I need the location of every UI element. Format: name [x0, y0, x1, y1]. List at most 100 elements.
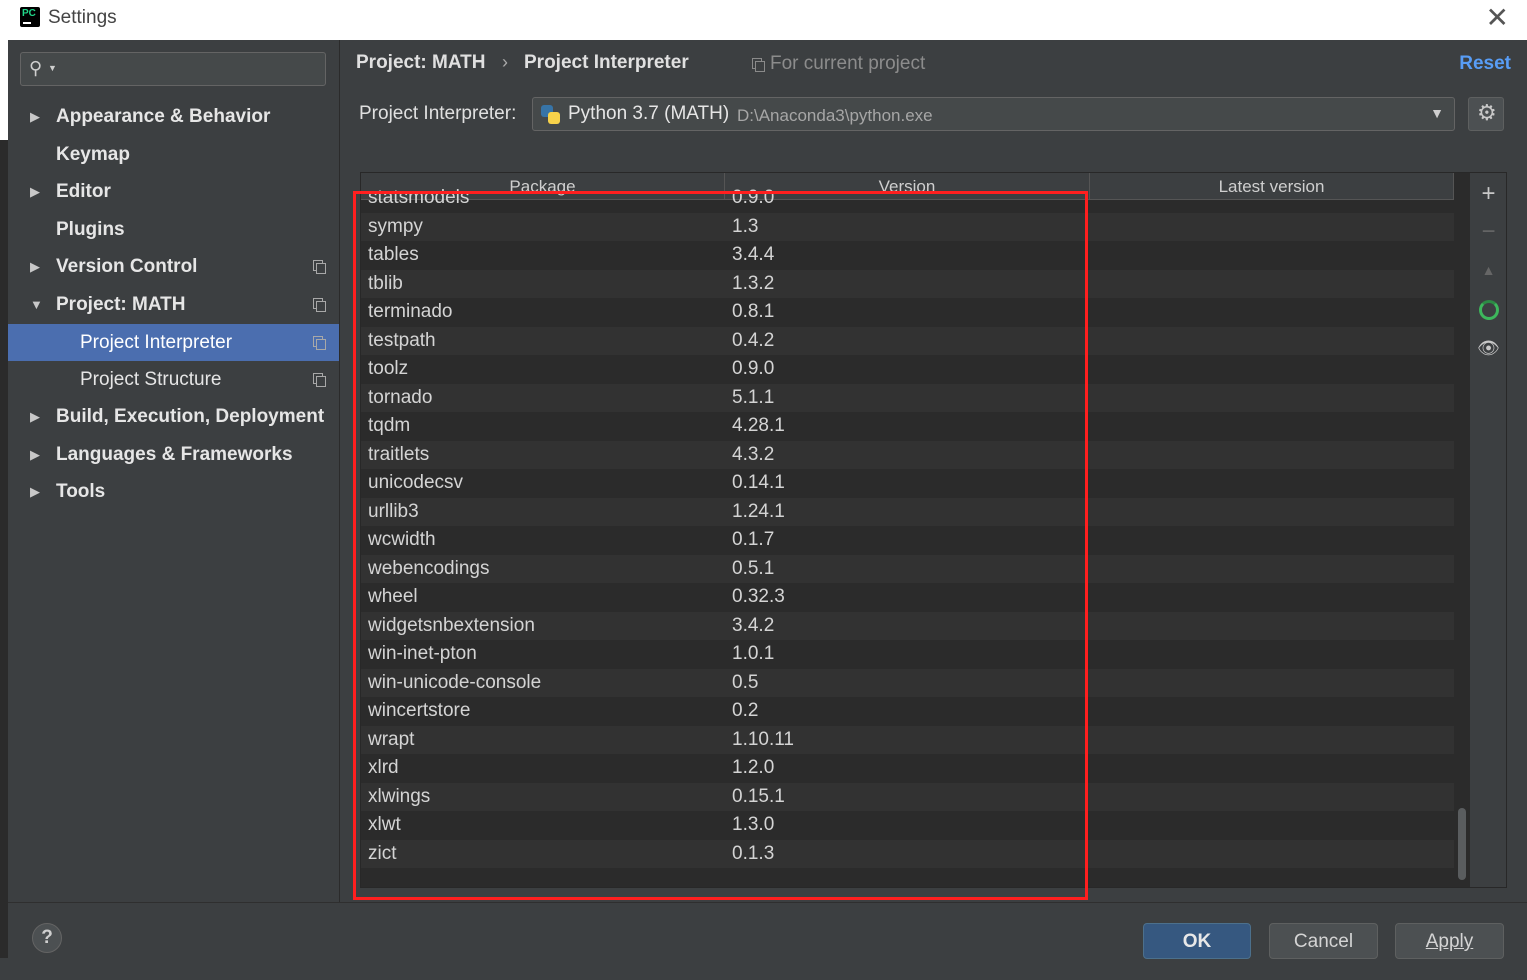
package-name-cell: toolz [368, 358, 409, 379]
sidebar-item-keymap[interactable]: Keymap [8, 136, 339, 173]
package-version-cell: 0.4.2 [732, 329, 775, 351]
expand-arrow-icon[interactable]: ▶ [30, 473, 40, 510]
show-early-releases-icon[interactable]: 👁 [1470, 333, 1506, 363]
collapse-arrow-icon[interactable]: ▼ [30, 286, 43, 323]
interpreter-settings-button[interactable]: ⚙ [1468, 97, 1504, 131]
package-name-cell: win-unicode-console [368, 671, 542, 693]
sidebar-item-languages-frameworks[interactable]: ▶ Languages & Frameworks [8, 436, 339, 473]
table-row[interactable]: toolz 0.9.0 [361, 355, 1454, 384]
package-version-cell: 1.3.0 [732, 814, 775, 835]
reset-link[interactable]: Reset [1459, 53, 1511, 75]
refresh-icon[interactable] [1470, 293, 1506, 323]
sidebar-item-editor[interactable]: ▶ Editor [8, 173, 339, 210]
scrollbar-thumb[interactable] [1458, 808, 1466, 880]
remove-icon[interactable]: − [1470, 217, 1506, 247]
page-title: Project Interpreter [524, 52, 689, 73]
table-row[interactable]: wrapt 1.10.11 [361, 725, 1454, 754]
breadcrumb-separator: › [502, 52, 508, 72]
table-row[interactable]: win-unicode-console 0.5 [361, 668, 1454, 697]
expand-arrow-icon[interactable]: ▶ [30, 436, 40, 473]
search-input[interactable] [65, 57, 319, 83]
table-row[interactable]: win-inet-pton 1.0.1 [361, 640, 1454, 669]
package-name-cell: statsmodels [368, 187, 470, 208]
table-row[interactable]: unicodecsv 0.14.1 [361, 469, 1454, 498]
gear-icon: ⚙ [1477, 100, 1497, 125]
pycharm-logo-icon: PC [20, 7, 40, 27]
search-options-chevron-icon[interactable]: ▼ [48, 63, 57, 73]
table-row[interactable]: urllib3 1.24.1 [361, 497, 1454, 526]
package-version-cell: 0.15.1 [732, 785, 785, 807]
title-bar: PC Settings ✕ [8, 0, 1527, 40]
upgrade-icon[interactable]: ▲ [1470, 255, 1506, 285]
sidebar-item-tools[interactable]: ▶ Tools [8, 473, 339, 510]
table-row[interactable]: webencodings 0.5.1 [361, 554, 1454, 583]
interpreter-select[interactable]: Python 3.7 (MATH) D:\Anaconda3\python.ex… [532, 97, 1455, 131]
table-row[interactable]: widgetsnbextension 3.4.2 [361, 611, 1454, 640]
package-version-cell: 1.24.1 [732, 500, 785, 522]
scope-label: For current project [770, 53, 926, 74]
table-row[interactable]: tqdm 4.28.1 [361, 412, 1454, 441]
project-scope-icon [313, 298, 326, 312]
sidebar-item-project-interpreter[interactable]: Project Interpreter [8, 324, 339, 361]
package-toolbar: + − ▲ 👁 [1469, 173, 1506, 887]
project-scope-icon [313, 260, 326, 274]
expand-arrow-icon[interactable]: ▶ [30, 398, 40, 435]
package-name-cell: sympy [368, 215, 423, 237]
package-version-cell: 0.8.1 [732, 301, 775, 322]
help-button[interactable]: ? [32, 923, 62, 953]
table-row[interactable]: xlwings 0.15.1 [361, 782, 1454, 811]
package-name-cell: unicodecsv [368, 472, 464, 493]
background-status-bar [0, 958, 1527, 980]
package-name-cell: zict [368, 842, 397, 864]
add-icon[interactable]: + [1470, 179, 1506, 209]
apply-button[interactable]: Apply [1395, 923, 1504, 959]
table-row[interactable]: wheel 0.32.3 [361, 583, 1454, 612]
package-name-cell: xlwings [368, 785, 431, 807]
close-button[interactable]: ✕ [1486, 4, 1509, 32]
sidebar-item-project-math[interactable]: ▼ Project: MATH [8, 286, 339, 323]
package-name-cell: tblib [368, 272, 403, 294]
table-row[interactable]: wcwidth 0.1.7 [361, 526, 1454, 555]
ok-button[interactable]: OK [1143, 923, 1251, 959]
breadcrumb-parent[interactable]: Project: MATH [356, 52, 485, 74]
apply-button-label: Apply [1425, 931, 1474, 952]
package-version-cell: 0.9.0 [732, 187, 775, 208]
package-name-cell: wrapt [368, 728, 415, 750]
cancel-button[interactable]: Cancel [1269, 923, 1378, 959]
table-row[interactable]: xlwt 1.3.0 [361, 811, 1454, 840]
package-name-cell: wheel [368, 586, 418, 607]
expand-arrow-icon[interactable]: ▶ [30, 248, 40, 285]
settings-content: Project: MATH › Project Interpreter For … [340, 40, 1527, 902]
table-row[interactable]: zict 0.1.3 [361, 839, 1454, 868]
table-row[interactable]: tornado 5.1.1 [361, 383, 1454, 412]
package-version-cell: 3.4.2 [732, 614, 775, 636]
table-row[interactable]: tables 3.4.4 [361, 241, 1454, 270]
sidebar-item-plugins[interactable]: Plugins [8, 211, 339, 248]
table-row[interactable]: tblib 1.3.2 [361, 269, 1454, 298]
package-name-cell: terminado [368, 301, 453, 322]
sidebar-item-version-control[interactable]: ▶ Version Control [8, 248, 339, 285]
table-row[interactable]: statsmodels 0.9.0 [361, 184, 1454, 213]
package-version-cell: 3.4.4 [732, 244, 775, 265]
table-row[interactable]: sympy 1.3 [361, 212, 1454, 241]
package-version-cell: 0.32.3 [732, 586, 785, 607]
package-name-cell: widgetsnbextension [368, 614, 535, 636]
window-title: Settings [48, 7, 117, 28]
table-row[interactable]: testpath 0.4.2 [361, 326, 1454, 355]
table-row[interactable]: xlrd 1.2.0 [361, 754, 1454, 783]
packages-table: Package Version Latest version statsmode… [360, 172, 1507, 888]
settings-search[interactable]: ⚲ ▼ [20, 52, 326, 86]
chevron-down-icon[interactable]: ▼ [1430, 105, 1444, 121]
table-scrollbar[interactable] [1456, 199, 1468, 883]
expand-arrow-icon[interactable]: ▶ [30, 173, 40, 210]
dialog-button-bar: ? OK Cancel Apply [8, 902, 1527, 959]
sidebar-item-build-execution-deployment[interactable]: ▶ Build, Execution, Deployment [8, 398, 339, 435]
package-version-cell: 1.0.1 [732, 643, 775, 664]
expand-arrow-icon[interactable]: ▶ [30, 98, 40, 135]
package-version-cell: 0.1.7 [732, 529, 775, 550]
table-row[interactable]: terminado 0.8.1 [361, 298, 1454, 327]
sidebar-item-appearance-behavior[interactable]: ▶ Appearance & Behavior [8, 98, 339, 135]
sidebar-item-project-structure[interactable]: Project Structure [8, 361, 339, 398]
table-row[interactable]: traitlets 4.3.2 [361, 440, 1454, 469]
table-row[interactable]: wincertstore 0.2 [361, 697, 1454, 726]
